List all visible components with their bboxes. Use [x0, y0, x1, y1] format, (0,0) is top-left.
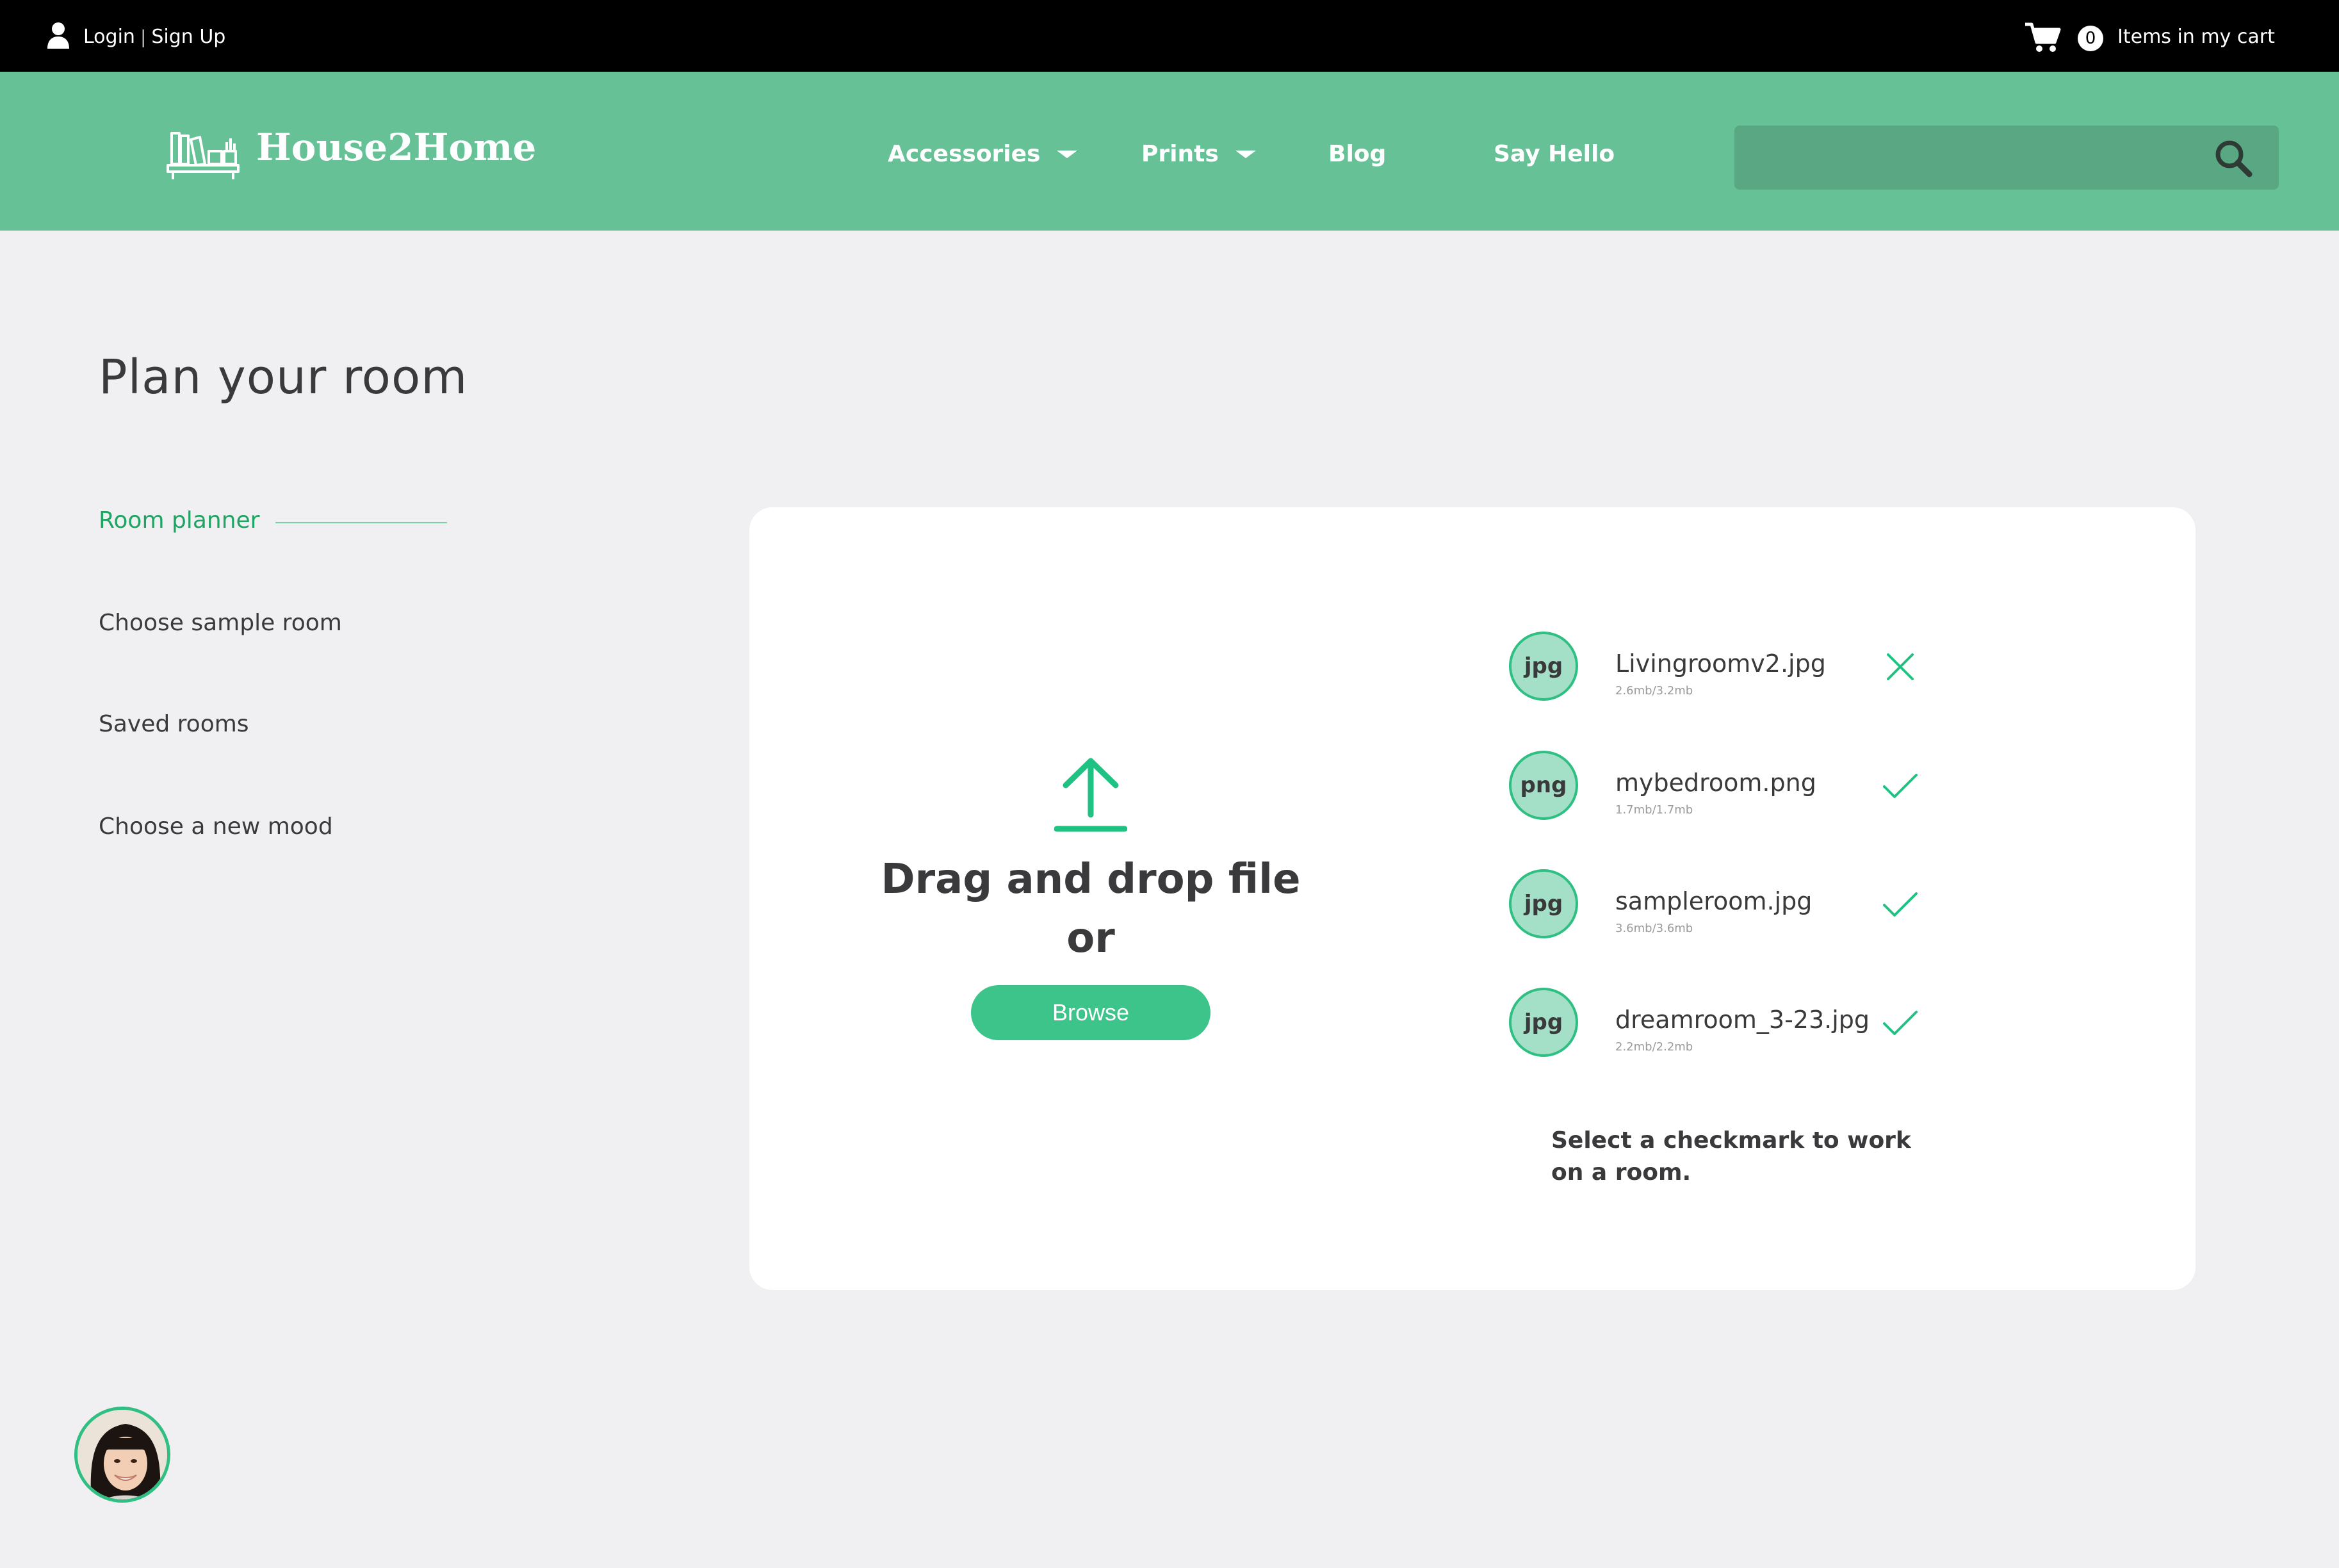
file-name: mybedroom.png — [1615, 769, 1816, 797]
search-icon[interactable] — [2213, 138, 2253, 178]
file-name: dreamroom_3-23.jpg — [1615, 1006, 1870, 1034]
file-size: 2.2mb/2.2mb — [1615, 1040, 1693, 1054]
main-header: House2Home Accessories Prints Blog Say H… — [0, 72, 2339, 231]
login-link[interactable]: Login — [83, 26, 135, 48]
sidebar-item-choose-sample-room[interactable]: Choose sample room — [99, 610, 342, 636]
page-title: Plan your room — [99, 350, 468, 405]
user-icon[interactable] — [46, 22, 70, 50]
file-type-badge: jpg — [1509, 632, 1578, 701]
sidebar-item-saved-rooms[interactable]: Saved rooms — [99, 711, 249, 737]
cart-count-badge: 0 — [2078, 26, 2103, 51]
nav-blog[interactable]: Blog — [1328, 141, 1386, 167]
upload-icon[interactable] — [1054, 756, 1128, 835]
sidebar-item-room-planner[interactable]: Room planner — [99, 507, 259, 534]
cart-label[interactable]: Items in my cart — [2117, 26, 2275, 48]
file-list-item: png mybedroom.png 1.7mb/1.7mb — [1509, 751, 1957, 821]
sidebar-item-choose-new-mood[interactable]: Choose a new mood — [99, 813, 333, 840]
signup-link[interactable]: Sign Up — [151, 26, 225, 48]
file-type-badge: jpg — [1509, 988, 1578, 1057]
nav-say-hello[interactable]: Say Hello — [1494, 141, 1615, 167]
chevron-down-icon — [1235, 150, 1256, 158]
file-size: 2.6mb/3.2mb — [1615, 684, 1693, 698]
active-indicator-line — [275, 522, 447, 523]
nav-say-hello-label: Say Hello — [1494, 141, 1615, 167]
brand-name: House2Home — [256, 126, 537, 169]
or-label: or — [1066, 915, 1115, 962]
browse-button[interactable]: Browse — [971, 985, 1210, 1040]
nav-prints-label: Prints — [1141, 141, 1219, 167]
auth-links: Login | Sign Up — [83, 26, 225, 48]
file-list-item: jpg Livingroomv2.jpg 2.6mb/3.2mb — [1509, 632, 1957, 702]
brand-logo[interactable]: House2Home — [167, 126, 536, 181]
file-size: 3.6mb/3.6mb — [1615, 922, 1693, 935]
auth-separator: | — [140, 26, 147, 47]
search-input[interactable] — [1734, 126, 2221, 190]
nav-accessories[interactable]: Accessories — [888, 141, 1078, 167]
nav-blog-label: Blog — [1328, 141, 1387, 167]
file-name: Livingroomv2.jpg — [1615, 649, 1826, 678]
file-type-badge: png — [1509, 751, 1578, 820]
bookshelf-logo-icon — [167, 132, 240, 179]
nav-prints[interactable]: Prints — [1141, 141, 1256, 167]
checkmark-icon[interactable] — [1880, 1003, 1920, 1043]
file-name: sampleroom.jpg — [1615, 887, 1813, 915]
cart-icon[interactable] — [2024, 22, 2061, 53]
file-size: 1.7mb/1.7mb — [1615, 803, 1693, 817]
support-avatar[interactable] — [74, 1407, 170, 1503]
checkmark-icon[interactable] — [1880, 766, 1920, 806]
file-list-item: jpg dreamroom_3-23.jpg 2.2mb/2.2mb — [1509, 988, 1957, 1058]
close-icon[interactable] — [1880, 647, 1920, 687]
drag-drop-label: Drag and drop file — [881, 856, 1301, 903]
file-type-badge: jpg — [1509, 869, 1578, 938]
checkmark-hint: Select a checkmark to work on a room. — [1551, 1127, 1911, 1186]
checkmark-icon[interactable] — [1880, 885, 1920, 924]
nav-accessories-label: Accessories — [888, 141, 1041, 167]
search-box — [1734, 126, 2279, 190]
chevron-down-icon — [1057, 150, 1078, 158]
file-list-item: jpg sampleroom.jpg 3.6mb/3.6mb — [1509, 869, 1957, 940]
top-bar: Login | Sign Up 0 Items in my cart — [0, 0, 2339, 72]
